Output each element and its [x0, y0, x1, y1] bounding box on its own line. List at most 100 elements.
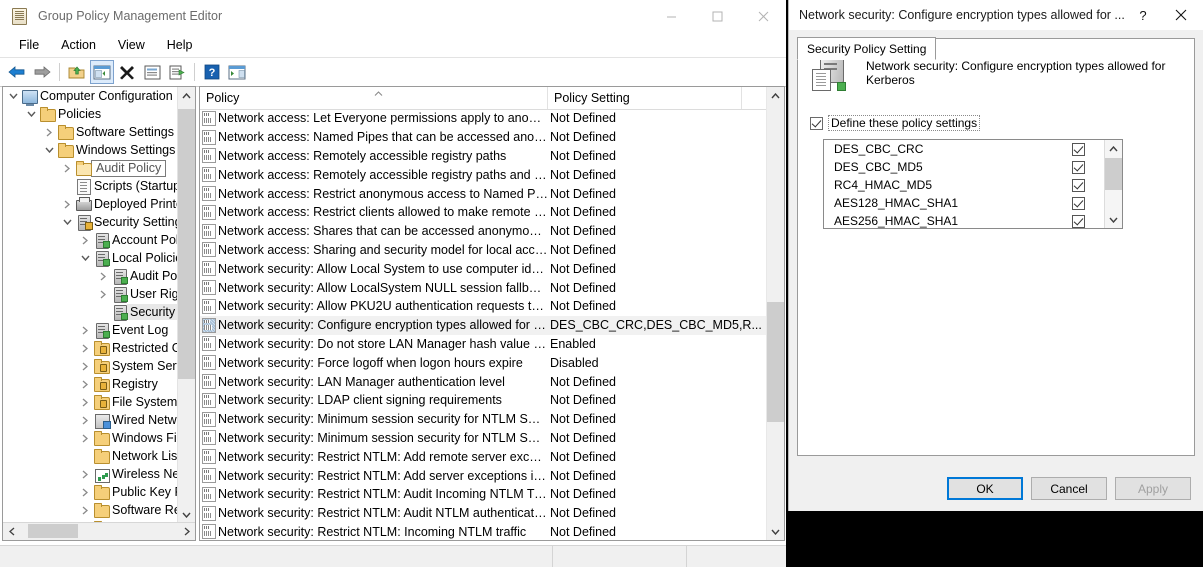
tree-item-network-list-manager-policies[interactable]: Network List Manager Policies [3, 447, 179, 465]
encryption-type-checkbox[interactable] [1072, 196, 1085, 210]
table-row[interactable]: Network security: Minimum session securi… [200, 429, 767, 448]
list-scroll-up-icon[interactable] [767, 87, 784, 104]
console-tree[interactable]: Computer Configuration Policies Software S… [3, 87, 179, 523]
tree-item-wireless-network-ieee-802-11-policies[interactable]: Wireless Network (IEEE 802.11) Policies [3, 465, 179, 483]
encryption-scroll-thumb[interactable] [1105, 158, 1122, 190]
list-item[interactable]: DES_CBC_MD5 [824, 158, 1107, 176]
table-row[interactable]: Network access: Shares that can be acces… [200, 222, 767, 241]
chevron-right-icon[interactable] [59, 196, 75, 212]
chevron-right-icon[interactable] [95, 268, 111, 284]
help-question-icon[interactable]: ? [200, 60, 224, 84]
tree-item-audit-policy[interactable]: Audit Policy [3, 159, 179, 177]
tree-item-policies[interactable]: Policies [3, 105, 179, 123]
encryption-scroll-down-icon[interactable] [1105, 211, 1122, 228]
tree-item-system-services[interactable]: System Services [3, 357, 179, 375]
table-row[interactable]: Network security: Configure encryption t… [200, 315, 767, 335]
tree-item-public-key-policies[interactable]: Public Key Policies [3, 483, 179, 501]
tree-item-event-log[interactable]: Event Log [3, 321, 179, 339]
tree-item-user-rights-assignment[interactable]: User Rights Assignment [3, 285, 179, 303]
tree-vertical-scrollbar[interactable] [177, 87, 195, 523]
tree-item-file-system[interactable]: File System [3, 393, 179, 411]
chevron-right-icon[interactable] [77, 340, 93, 356]
chevron-down-icon[interactable] [23, 106, 39, 122]
chevron-right-icon[interactable] [77, 376, 93, 392]
encryption-type-checkbox[interactable] [1072, 142, 1085, 156]
encryption-type-checkbox[interactable] [1072, 160, 1085, 174]
encryption-list-scrollbar[interactable] [1104, 140, 1122, 228]
encryption-type-checkbox[interactable] [1072, 214, 1085, 228]
table-row[interactable]: Network security: Restrict NTLM: Add rem… [200, 447, 767, 466]
table-row[interactable]: Network security: Restrict NTLM: Incomin… [200, 523, 767, 540]
list-item[interactable]: AES256_HMAC_SHA1 [824, 212, 1107, 228]
policy-list[interactable]: Network access: Let Everyone permissions… [200, 109, 767, 540]
list-vertical-scrollbar[interactable] [766, 87, 784, 540]
tree-scroll-up-icon[interactable] [178, 87, 195, 104]
table-row[interactable]: Network security: Restrict NTLM: Add ser… [200, 466, 767, 485]
tree-scroll-right-icon[interactable] [178, 523, 195, 540]
list-scroll-down-icon[interactable] [767, 523, 784, 540]
tree-item-software-restriction-policies[interactable]: Software Restriction Policies [3, 501, 179, 519]
chevron-right-icon[interactable] [77, 322, 93, 338]
dialog-help-button[interactable]: ? [1127, 0, 1159, 30]
column-header-policy[interactable]: Policy [200, 87, 548, 109]
dialog-close-button[interactable] [1159, 0, 1203, 30]
chevron-right-icon[interactable] [59, 160, 75, 176]
menu-view[interactable]: View [107, 35, 156, 55]
export-list-icon[interactable] [165, 60, 189, 84]
minimize-button[interactable] [648, 0, 694, 32]
properties-icon[interactable] [140, 60, 164, 84]
table-row[interactable]: Network access: Named Pipes that can be … [200, 128, 767, 147]
tree-scroll-thumb[interactable] [178, 109, 195, 379]
tree-item-restricted-groups[interactable]: Restricted Groups [3, 339, 179, 357]
table-row[interactable]: Network security: Allow Local System to … [200, 259, 767, 278]
chevron-down-icon[interactable] [41, 142, 57, 158]
tree-item-registry[interactable]: Registry [3, 375, 179, 393]
tree-item-windows-firewall-with-advanced-security[interactable]: Windows Firewall with Advanced Security [3, 429, 179, 447]
menu-file[interactable]: File [8, 35, 50, 55]
table-row[interactable]: Network security: LDAP client signing re… [200, 391, 767, 410]
define-policy-settings-row[interactable]: Define these policy settings [810, 115, 1194, 131]
console-tree-icon[interactable] [90, 60, 114, 84]
list-item[interactable]: RC4_HMAC_MD5 [824, 176, 1107, 194]
apply-button[interactable]: Apply [1115, 477, 1191, 500]
menu-help[interactable]: Help [156, 35, 204, 55]
tab-security-policy-setting[interactable]: Security Policy Setting [797, 37, 937, 60]
chevron-down-icon[interactable] [77, 250, 93, 266]
table-row[interactable]: Network security: Restrict NTLM: Audit N… [200, 504, 767, 523]
table-row[interactable]: Network access: Sharing and security mod… [200, 241, 767, 260]
tree-item-audit-policy[interactable]: Audit Policy [3, 267, 179, 285]
chevron-right-icon[interactable] [77, 412, 93, 428]
chevron-right-icon[interactable] [41, 124, 57, 140]
tree-item-deployed-printers[interactable]: Deployed Printers [3, 195, 179, 213]
table-row[interactable]: Network security: Restrict NTLM: Audit I… [200, 485, 767, 504]
tree-item-windows-settings[interactable]: Windows Settings [3, 141, 179, 159]
delete-x-icon[interactable] [115, 60, 139, 84]
table-row[interactable]: Network access: Restrict clients allowed… [200, 203, 767, 222]
chevron-right-icon[interactable] [77, 232, 93, 248]
chevron-right-icon[interactable] [77, 358, 93, 374]
table-row[interactable]: Network security: Do not store LAN Manag… [200, 335, 767, 354]
tree-hscroll-thumb[interactable] [28, 524, 78, 538]
table-row[interactable]: Network security: LAN Manager authentica… [200, 372, 767, 391]
chevron-right-icon[interactable] [95, 286, 111, 302]
chevron-right-icon[interactable] [77, 430, 93, 446]
tree-scroll-left-icon[interactable] [3, 523, 20, 540]
table-row[interactable]: Network security: Allow LocalSystem NULL… [200, 278, 767, 297]
table-row[interactable]: Network access: Let Everyone permissions… [200, 109, 767, 128]
tree-horizontal-scrollbar[interactable] [3, 522, 195, 540]
back-arrow-icon[interactable] [5, 60, 29, 84]
column-header-policy-setting[interactable]: Policy Setting [548, 87, 742, 109]
table-row[interactable]: Network security: Allow PKU2U authentica… [200, 297, 767, 316]
tree-item-software-settings[interactable]: Software Settings [3, 123, 179, 141]
tree-scroll-down-icon[interactable] [178, 506, 195, 523]
list-item[interactable]: DES_CBC_CRC [824, 140, 1107, 158]
table-row[interactable]: Network access: Restrict anonymous acces… [200, 184, 767, 203]
forward-arrow-icon[interactable] [30, 60, 54, 84]
tree-item-security-options[interactable]: Security Options [3, 303, 179, 321]
chevron-right-icon[interactable] [77, 484, 93, 500]
table-row[interactable]: Network access: Remotely accessible regi… [200, 165, 767, 184]
tree-item-wired-network-ieee-802-3-policies[interactable]: Wired Network (IEEE 802.3) Policies [3, 411, 179, 429]
define-policy-settings-checkbox[interactable] [810, 116, 823, 130]
chevron-down-icon[interactable] [59, 214, 75, 230]
action-pane-icon[interactable] [225, 60, 249, 84]
